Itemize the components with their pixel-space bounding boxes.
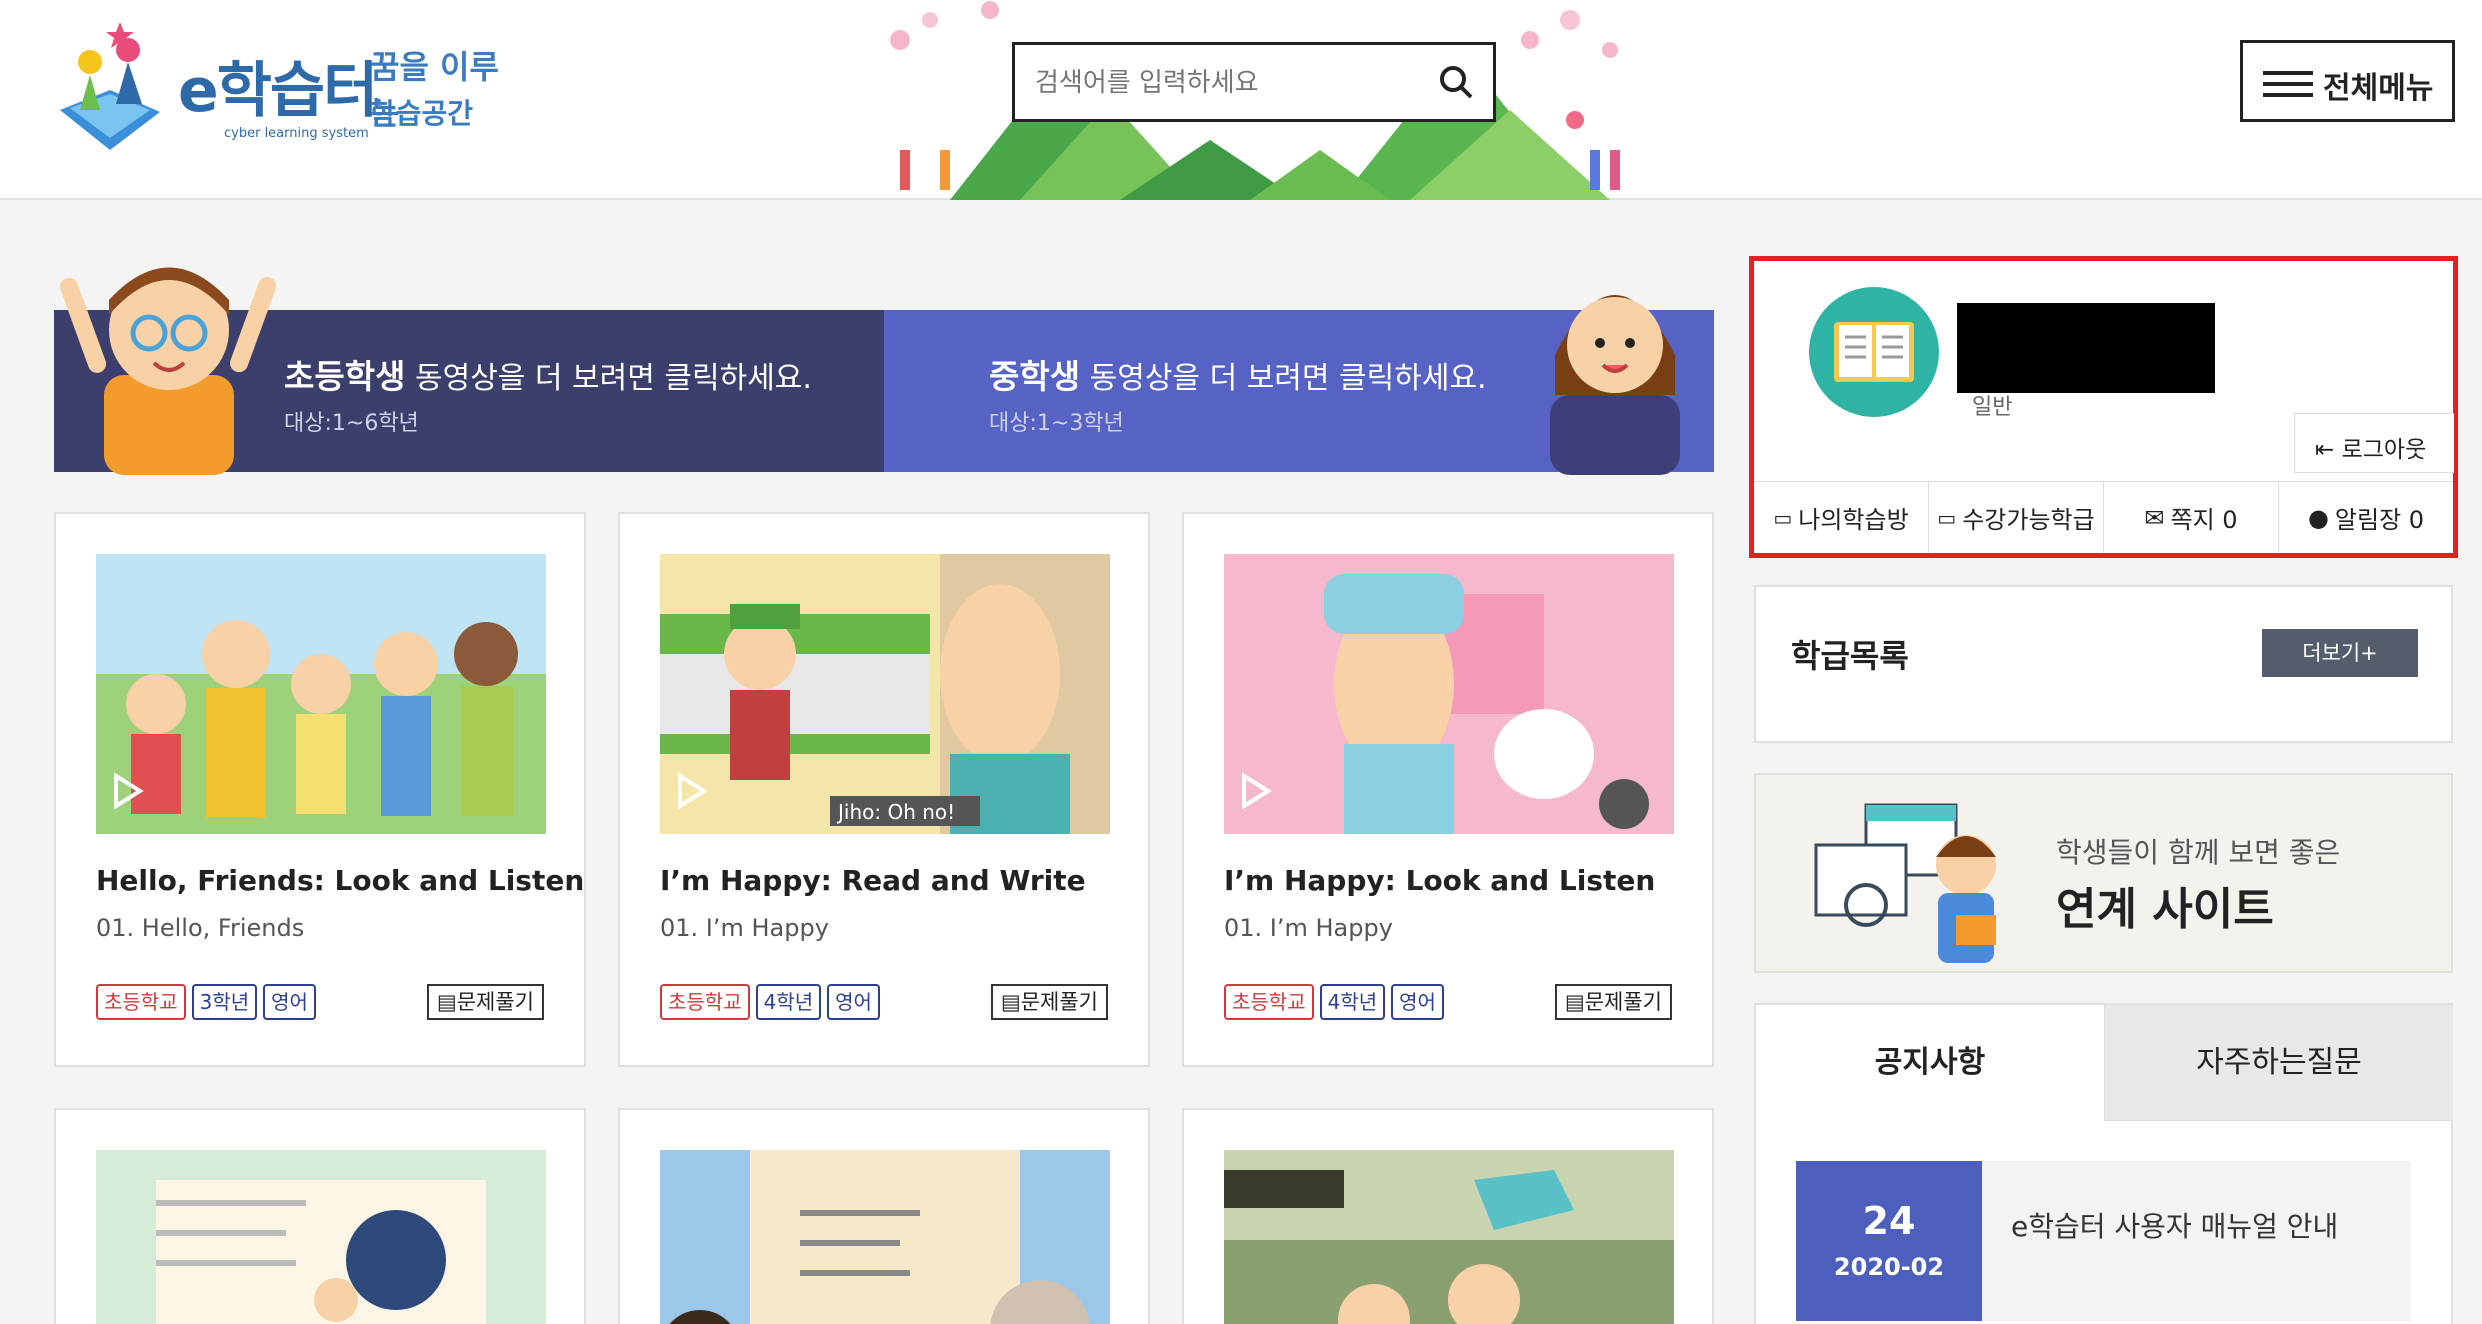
notice-title: e학습터 사용자 매뉴얼 안내 bbox=[2011, 1210, 2339, 1243]
user-type: 일반 bbox=[1972, 395, 2013, 420]
logout-icon: ⇤ bbox=[2315, 437, 2335, 463]
tag-subject: 영어 bbox=[827, 984, 880, 1020]
logout-button[interactable]: ⇤ 로그아웃 bbox=[2294, 413, 2454, 473]
video-thumbnail[interactable] bbox=[96, 554, 546, 834]
quiz-button[interactable]: ▤문제풀기 bbox=[426, 984, 544, 1020]
tag-school-level: 초등학교 bbox=[1224, 984, 1314, 1020]
hero-banner: 초등학생 동영상을 더 보려면 클릭하세요. 대상:1~6학년 중학생 동영상을… bbox=[54, 310, 1714, 472]
user-name-redacted bbox=[1957, 303, 2215, 393]
clipboard-icon: ▤ bbox=[436, 990, 457, 1014]
avatar bbox=[1809, 287, 1939, 417]
user-profile-box: 일반 ⇤ 로그아웃 ▭ 나의학습방 ▭ 수강가능학급 ✉ 쪽지 0 ● 알림장 … bbox=[1749, 256, 2458, 558]
video-lesson: 01. Hello, Friends bbox=[96, 914, 305, 942]
video-card[interactable]: Hello, Friends: Look and Listen 01. Hell… bbox=[54, 512, 586, 1067]
monitor-icon: ▭ bbox=[1937, 505, 1957, 530]
video-card[interactable] bbox=[54, 1108, 586, 1324]
thumbnail-caption: Jiho: Oh no! bbox=[836, 800, 955, 824]
tag-school-level: 초등학교 bbox=[96, 984, 186, 1020]
bell-icon: ● bbox=[2307, 503, 2329, 532]
messages-link[interactable]: ✉ 쪽지 0 bbox=[2104, 482, 2279, 553]
search-button[interactable] bbox=[1431, 57, 1483, 109]
elementary-banner-title: 초등학생 동영상을 더 보려면 클릭하세요. bbox=[284, 357, 812, 396]
quiz-button[interactable]: ▤문제풀기 bbox=[1554, 984, 1672, 1020]
video-lesson: 01. I’m Happy bbox=[1224, 914, 1393, 942]
site-header: e학습터 cyber learning system 꿈을 이루는 학습공간 검… bbox=[0, 0, 2482, 200]
logo-mark-icon bbox=[60, 22, 160, 150]
video-tags: 초등학교 4학년 영어 bbox=[1224, 984, 1444, 1020]
tab-faq[interactable]: 자주하는질문 bbox=[2104, 1005, 2453, 1121]
profile-nav: ▭ 나의학습방 ▭ 수강가능학급 ✉ 쪽지 0 ● 알림장 0 bbox=[1754, 481, 2453, 553]
class-list-title: 학급목록 bbox=[1791, 637, 1909, 675]
girl-character-illustration bbox=[1550, 295, 1680, 475]
my-study-room-link[interactable]: ▭ 나의학습방 bbox=[1754, 482, 1929, 553]
video-title[interactable]: I’m Happy: Read and Write bbox=[660, 864, 1086, 897]
video-card[interactable] bbox=[1182, 1108, 1714, 1324]
clipboard-icon: ▤ bbox=[1000, 990, 1021, 1014]
envelope-icon: ✉ bbox=[2144, 503, 2165, 532]
book-icon bbox=[1834, 322, 1914, 382]
clipboard-icon: ▤ bbox=[1564, 990, 1585, 1014]
notice-date-day: 24 bbox=[1862, 1199, 1916, 1243]
hamburger-icon bbox=[2263, 71, 2313, 104]
video-card[interactable] bbox=[618, 1108, 1150, 1324]
monitor-icon: ▭ bbox=[1773, 505, 1793, 530]
logo-subtitle: cyber learning system bbox=[224, 126, 369, 141]
video-thumbnail[interactable] bbox=[1224, 554, 1674, 834]
middle-banner-target: 대상:1~3학년 bbox=[989, 411, 1124, 436]
video-tags: 초등학교 4학년 영어 bbox=[660, 984, 880, 1020]
class-list-box: 학급목록 더보기+ bbox=[1754, 585, 2453, 743]
video-lesson: 01. I’m Happy bbox=[660, 914, 829, 942]
site-logo[interactable]: e학습터 cyber learning system 꿈을 이루는 학습공간 bbox=[50, 20, 500, 150]
middle-banner-title: 중학생 동영상을 더 보려면 클릭하세요. bbox=[989, 357, 1487, 396]
tag-subject: 영어 bbox=[1391, 984, 1444, 1020]
logo-text: e학습터 bbox=[178, 56, 378, 126]
search-icon bbox=[1440, 66, 1473, 99]
all-menu-button[interactable]: 전체메뉴 bbox=[2240, 40, 2455, 122]
video-tags: 초등학교 3학년 영어 bbox=[96, 984, 316, 1020]
notice-date: 24 2020-02 bbox=[1796, 1161, 1982, 1321]
tag-subject: 영어 bbox=[263, 984, 316, 1020]
linked-sites-subtitle: 학생들이 함께 보면 좋은 bbox=[2056, 836, 2341, 869]
tag-school-level: 초등학교 bbox=[660, 984, 750, 1020]
notice-item[interactable]: 24 2020-02 e학습터 사용자 매뉴얼 안내 bbox=[1796, 1161, 2411, 1321]
elementary-banner-target: 대상:1~6학년 bbox=[284, 411, 419, 436]
boy-character-illustration bbox=[60, 267, 277, 475]
notice-date-year-month: 2020-02 bbox=[1833, 1253, 1945, 1281]
linked-sites-title: 연계 사이트 bbox=[2056, 884, 2274, 935]
video-thumbnail[interactable] bbox=[96, 1150, 546, 1324]
linked-sites-illustration bbox=[1814, 803, 1996, 963]
video-thumbnail[interactable] bbox=[1224, 1150, 1674, 1324]
notice-box: 공지사항 자주하는질문 24 2020-02 e학습터 사용자 매뉴얼 안내 bbox=[1754, 1003, 2453, 1324]
tag-grade: 4학년 bbox=[1319, 984, 1386, 1020]
tag-grade: 4학년 bbox=[755, 984, 822, 1020]
video-title[interactable]: Hello, Friends: Look and Listen bbox=[96, 864, 584, 897]
notices-link[interactable]: ● 알림장 0 bbox=[2279, 482, 2453, 553]
all-menu-label: 전체메뉴 bbox=[2323, 71, 2434, 106]
available-classes-link[interactable]: ▭ 수강가능학급 bbox=[1929, 482, 2104, 553]
search-box bbox=[1012, 42, 1496, 122]
search-input[interactable] bbox=[1035, 63, 1415, 103]
video-thumbnail[interactable] bbox=[660, 1150, 1110, 1324]
tag-grade: 3학년 bbox=[191, 984, 258, 1020]
quiz-button[interactable]: ▤문제풀기 bbox=[990, 984, 1108, 1020]
video-thumbnail[interactable]: Jiho: Oh no! bbox=[660, 554, 1110, 834]
video-title[interactable]: I’m Happy: Look and Listen bbox=[1224, 864, 1655, 897]
logo-slogan-line2: 학습공간 bbox=[370, 97, 474, 130]
video-card[interactable]: I’m Happy: Look and Listen 01. I’m Happy… bbox=[1182, 512, 1714, 1067]
tab-notice[interactable]: 공지사항 bbox=[1756, 1005, 2104, 1121]
linked-sites-banner[interactable]: 학생들이 함께 보면 좋은 연계 사이트 bbox=[1754, 773, 2453, 973]
video-card[interactable]: Jiho: Oh no! I’m Happy: Read and Write 0… bbox=[618, 512, 1150, 1067]
more-button[interactable]: 더보기+ bbox=[2262, 629, 2418, 677]
